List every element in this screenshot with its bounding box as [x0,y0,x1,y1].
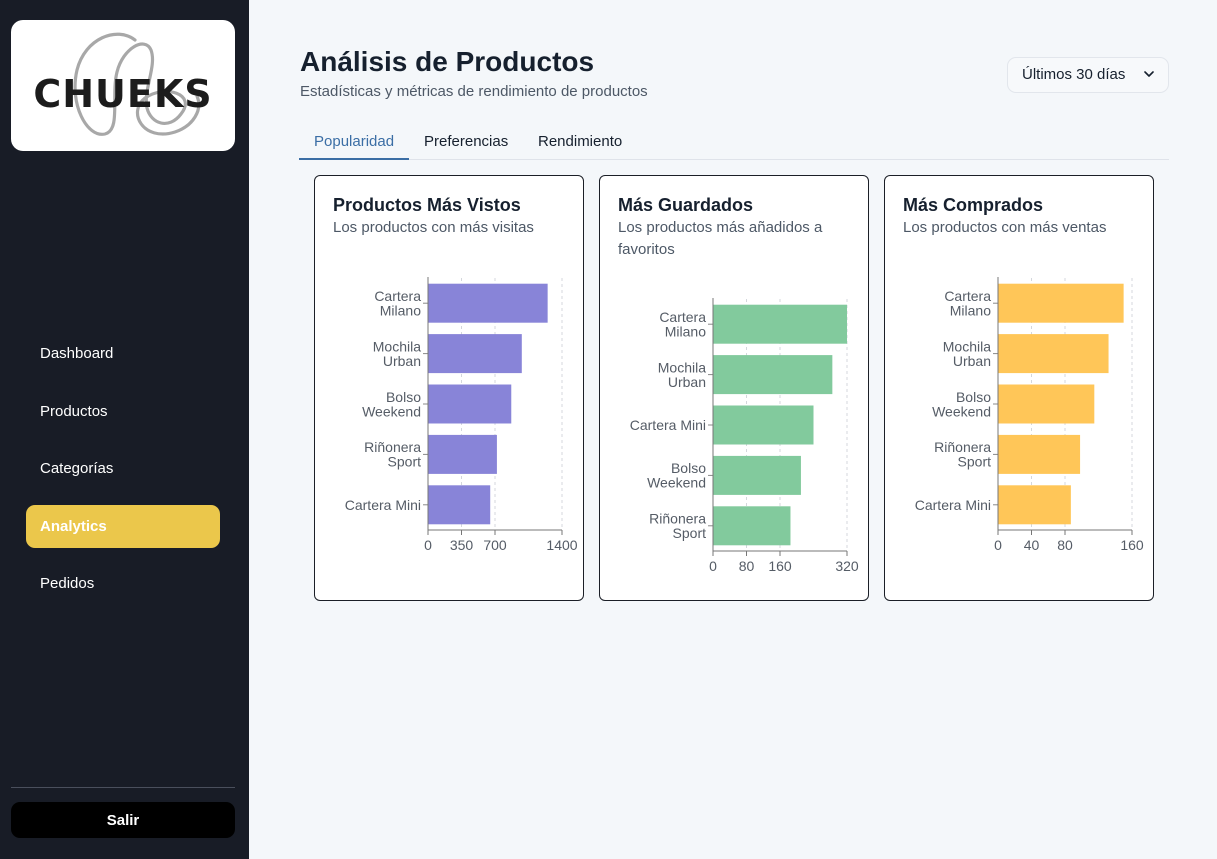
card-title: Más Guardados [618,195,754,215]
x-tick-label: 160 [768,558,792,574]
card-most-purchased: Cartera Milano Mochila Urban Bolso Weekend Riñ… [884,175,1154,601]
card-most-saved: Cartera Milano Mochila Urban Cartera Mini Bol… [599,175,869,601]
sidebar: CHUEKS Dashboard Productos Categorías An… [0,0,249,859]
x-tick-label: 700 [483,537,507,553]
sidebar-item-pedidos[interactable]: Pedidos [26,562,220,605]
y-tick-label: Cartera Milano [944,288,991,319]
y-tick-label: Mochila Urban [373,338,421,369]
bar[interactable] [428,334,522,374]
bar[interactable] [998,334,1109,374]
y-tick-label: Bolso Weekend [647,460,706,491]
logo: CHUEKS [11,20,235,151]
bar[interactable] [428,485,491,525]
bar[interactable] [713,506,791,546]
bar[interactable] [998,283,1124,323]
logout-button[interactable]: Salir [11,802,235,838]
y-tick-label: Cartera Mini [630,417,706,433]
x-tick-label: 160 [1120,537,1144,553]
y-tick-label: Cartera Milano [374,288,421,319]
y-tick-label: Bolso Weekend [932,389,991,420]
card-most-viewed: Cartera Milano Mochila Urban Bolso Weekend Riñ… [314,175,584,601]
y-tick-label: Riñonera Sport [649,511,706,542]
x-tick-label: 80 [739,558,755,574]
page-title: Análisis de Productos [300,46,595,77]
bar[interactable] [713,455,801,495]
chart-most-viewed: Cartera Milano Mochila Urban Bolso Weekend Riñ… [345,277,578,553]
chart-most-purchased: Cartera Milano Mochila Urban Bolso Weekend Riñ… [915,277,1144,553]
tab-popularidad[interactable]: Popularidad [299,126,410,160]
date-range-select[interactable]: Últimos 30 días [1007,57,1169,93]
sidebar-nav: Dashboard Productos Categorías Analytics… [26,332,220,620]
bar[interactable] [713,405,814,445]
x-tick-label: 0 [709,558,717,574]
y-tick-label: Mochila Urban [658,359,706,390]
y-tick-label: Bolso Weekend [362,389,421,420]
tab-rendimiento[interactable]: Rendimiento [523,126,637,160]
y-tick-label: Riñonera Sport [364,439,421,470]
tab-preferencias[interactable]: Preferencias [409,126,523,160]
card-title: Productos Más Vistos [333,195,521,215]
sidebar-item-dashboard[interactable]: Dashboard [26,332,220,375]
x-tick-label: 1400 [546,537,577,553]
bar[interactable] [713,355,833,395]
sidebar-item-categorias[interactable]: Categorías [26,447,220,490]
tab-bar: Popularidad Preferencias Rendimiento [299,126,1169,160]
y-tick-label: Cartera Mini [915,497,991,513]
y-tick-label: Cartera Milano [659,309,706,340]
sidebar-item-productos[interactable]: Productos [26,390,220,433]
sidebar-divider [11,787,235,788]
bar[interactable] [998,384,1095,424]
card-title: Más Comprados [903,195,1044,215]
x-tick-label: 0 [424,537,432,553]
card-subtitle: Los productos más añadidos a favoritos [618,219,823,258]
x-tick-label: 0 [994,537,1002,553]
bar[interactable] [428,434,497,474]
sidebar-item-analytics[interactable]: Analytics [26,504,220,548]
bar[interactable] [998,485,1071,525]
y-tick-label: Mochila Urban [943,338,991,369]
bar[interactable] [428,283,548,323]
card-subtitle: Los productos con más visitas [333,219,534,236]
bar[interactable] [713,304,847,344]
y-tick-label: Riñonera Sport [934,439,991,470]
x-tick-label: 320 [835,558,859,574]
bar[interactable] [428,384,512,424]
brand-name: CHUEKS [33,72,213,116]
date-range-value: Últimos 30 días [1022,66,1126,83]
y-tick-label: Cartera Mini [345,497,421,513]
x-tick-label: 40 [1024,537,1040,553]
card-subtitle: Los productos con más ventas [903,219,1107,236]
chevron-down-icon [1144,58,1154,105]
x-tick-label: 350 [450,537,474,553]
bar[interactable] [998,434,1081,474]
page-subtitle: Estadísticas y métricas de rendimiento d… [300,83,648,100]
x-tick-label: 80 [1057,537,1073,553]
